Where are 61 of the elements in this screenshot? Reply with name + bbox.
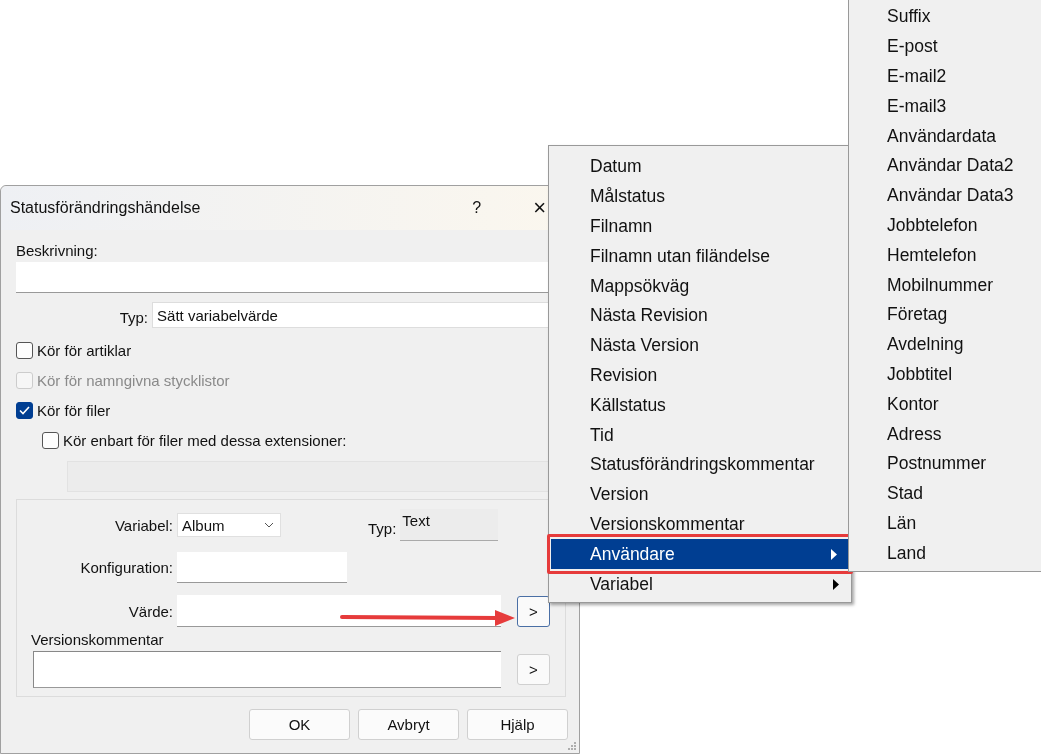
menu-item[interactable]: Användar Data2 xyxy=(849,151,1041,181)
field-label: Variabel: xyxy=(113,516,173,534)
dialog-button[interactable]: Hjälp xyxy=(467,709,568,740)
menu-item[interactable]: Användardata xyxy=(849,121,1041,151)
menu-item[interactable]: Suffix xyxy=(849,2,1041,32)
insert-button[interactable]: > xyxy=(517,595,550,627)
checkbox-label: Kör enbart för filer med dessa extensioner: xyxy=(63,431,347,449)
menu-item[interactable]: Mappsökväg xyxy=(551,271,851,301)
chevron-down-icon xyxy=(264,522,274,528)
field-label: Beskrivning: xyxy=(16,242,99,260)
close-button[interactable]: × xyxy=(533,195,546,221)
menu-item[interactable]: Filnamn utan filändelse xyxy=(551,241,851,272)
insert-button[interactable]: > xyxy=(517,654,550,685)
checkbox-label: Kör för namngivna stycklistor xyxy=(37,371,230,389)
value-field[interactable] xyxy=(177,595,501,627)
menu-item[interactable]: Stad xyxy=(849,478,1041,509)
menu-item[interactable]: Län xyxy=(849,508,1041,539)
dialog-button[interactable]: Avbryt xyxy=(358,709,459,740)
checkbox[interactable] xyxy=(16,341,33,359)
menu-item[interactable]: Filnamn xyxy=(551,211,851,242)
dialog-button[interactable]: OK xyxy=(249,709,350,740)
resize-grip-icon[interactable] xyxy=(567,741,577,751)
version-comment-field[interactable] xyxy=(33,651,501,688)
checkbox[interactable] xyxy=(16,401,33,419)
checkmark-icon xyxy=(19,405,30,415)
menu-item[interactable]: Tid xyxy=(551,420,851,450)
menu-item[interactable]: Källstatus xyxy=(551,390,851,421)
menu-item[interactable]: E-post xyxy=(849,31,1041,62)
menu-item[interactable]: Jobbtelefon xyxy=(849,210,1041,241)
field-label: Värde: xyxy=(127,602,173,620)
menu-item[interactable]: Variabel xyxy=(551,569,851,599)
menu-item[interactable]: Adress xyxy=(849,419,1041,449)
field-label: Typ: xyxy=(368,518,397,537)
checkbox[interactable] xyxy=(42,431,59,449)
field-label: Konfiguration: xyxy=(79,559,173,576)
menu-item[interactable]: Datum xyxy=(551,152,851,182)
checkbox-label: Kör för artiklar xyxy=(37,341,132,359)
help-button[interactable]: ? xyxy=(472,199,482,217)
menu-item[interactable]: Hemtelefon xyxy=(849,240,1041,271)
field-label: Versionskommentar xyxy=(31,631,165,649)
configuration-field[interactable] xyxy=(177,552,347,583)
menu-item[interactable]: Land xyxy=(849,538,1041,569)
checkbox-label: Kör för filer xyxy=(37,401,111,419)
variable-dropdown[interactable]: Album xyxy=(177,513,281,537)
menu-item[interactable]: Användar Data3 xyxy=(849,180,1041,211)
window-title: Statusförändringshändelse xyxy=(10,199,202,217)
menu-item[interactable]: Statusförändringskommentar xyxy=(551,449,851,480)
menu-item[interactable]: Kontor xyxy=(849,389,1041,420)
menu-item[interactable]: E-mail3 xyxy=(849,91,1041,122)
menu-item[interactable]: Företag xyxy=(849,299,1041,330)
menu-item[interactable]: Nästa Version xyxy=(551,330,851,361)
menu-item[interactable]: Mobilnummer xyxy=(849,270,1041,300)
menu-item[interactable]: E-mail2 xyxy=(849,61,1041,92)
menu-item[interactable]: Jobbtitel xyxy=(849,359,1041,390)
menu-item[interactable]: Postnummer xyxy=(849,448,1041,479)
type-readonly-field: Text xyxy=(400,509,499,541)
menu-item[interactable]: Avdelning xyxy=(849,329,1041,360)
menu-item[interactable]: Version xyxy=(551,479,851,510)
menu-item[interactable]: Målstatus xyxy=(551,181,851,212)
field-label: Typ: xyxy=(118,307,149,326)
menu-item[interactable]: Revision xyxy=(551,360,851,391)
